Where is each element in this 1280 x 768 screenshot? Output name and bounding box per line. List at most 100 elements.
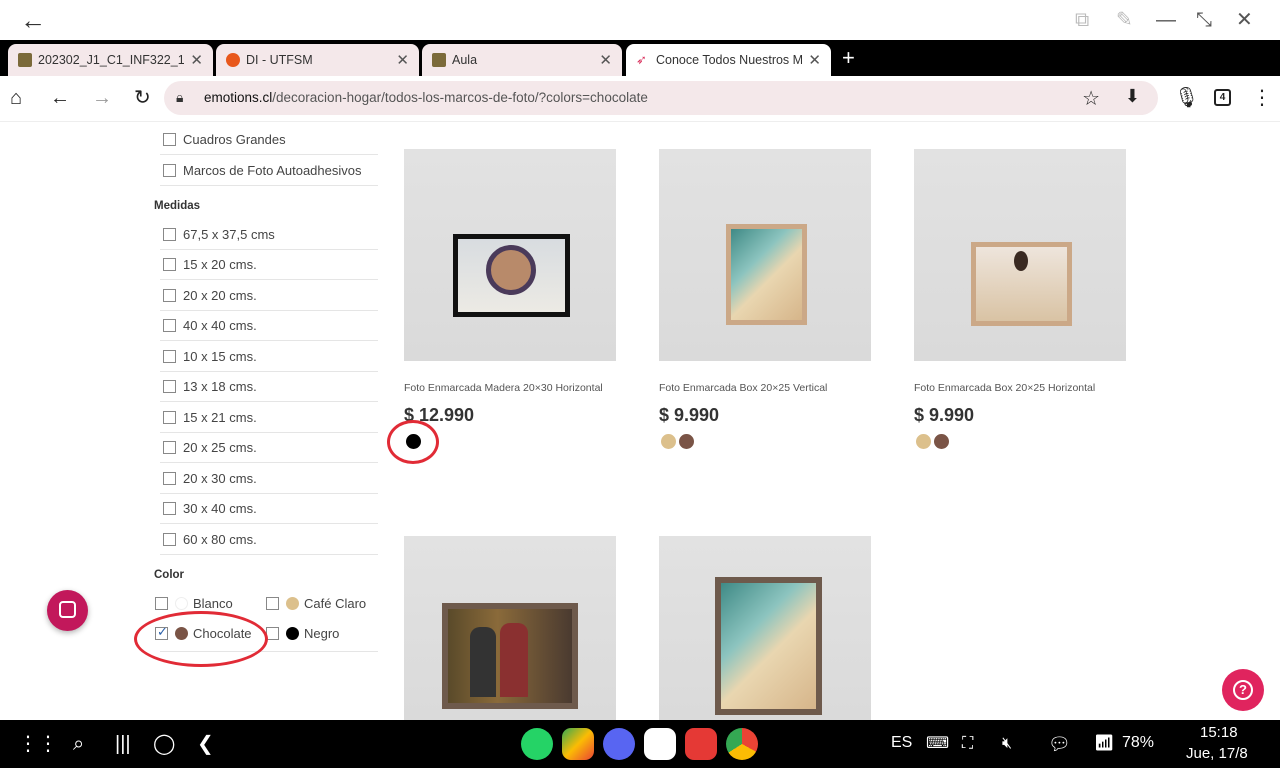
filter-label: 13 x 18 cms.	[183, 379, 257, 394]
download-icon[interactable]: ⬇	[1125, 86, 1140, 107]
size-option[interactable]: 40 x 40 cms.	[160, 311, 378, 341]
size-option[interactable]: 60 x 80 cms.	[160, 525, 378, 555]
size-option[interactable]: 13 x 18 cms.	[160, 372, 378, 402]
size-option[interactable]: 20 x 30 cms.	[160, 464, 378, 494]
color-option-cafe-claro[interactable]: Café Claro	[266, 593, 376, 615]
filter-checkbox[interactable]	[163, 258, 176, 271]
notification-icon[interactable]: 💬︎	[1048, 732, 1071, 756]
filter-checkbox[interactable]	[163, 319, 176, 332]
color-swatch-cafe-claro[interactable]	[661, 434, 676, 449]
restore-icon[interactable]: ⤡	[1196, 8, 1212, 32]
color-swatch-cafe-claro[interactable]	[916, 434, 931, 449]
color-swatch-chocolate[interactable]	[679, 434, 694, 449]
filter-checkbox[interactable]	[163, 133, 176, 146]
url-text[interactable]: emotions.cl/decoracion-hogar/todos-los-m…	[204, 90, 648, 105]
filter-checkbox[interactable]	[163, 411, 176, 424]
search-icon[interactable]: ⌕	[73, 732, 84, 756]
filter-checkbox[interactable]	[163, 441, 176, 454]
chocolate-frame	[715, 577, 822, 715]
mute-icon[interactable]: 🔇︎	[1002, 732, 1012, 756]
notion-icon[interactable]	[644, 728, 676, 760]
size-option[interactable]: 15 x 21 cms.	[160, 403, 378, 433]
product-image[interactable]	[659, 149, 871, 361]
tab-aula[interactable]: Aula ✕	[422, 44, 622, 76]
size-option[interactable]: 30 x 40 cms.	[160, 494, 378, 524]
tab-di-utfsm[interactable]: DI - UTFSM ✕	[216, 44, 419, 76]
recent-apps-icon[interactable]: |||	[115, 732, 131, 756]
filter-checkbox[interactable]	[163, 533, 176, 546]
size-option[interactable]: 20 x 25 cms.	[160, 433, 378, 463]
product-image[interactable]	[914, 149, 1126, 361]
tab-inf322[interactable]: 202302_J1_C1_INF322_1474 ✕	[8, 44, 213, 76]
product-name[interactable]: Foto Enmarcada Box 20×25 Vertical	[659, 382, 827, 394]
chrome-icon[interactable]	[726, 728, 758, 760]
size-option[interactable]: 67,5 x 37,5 cms	[160, 220, 378, 250]
product-image[interactable]	[659, 536, 871, 720]
filter-label: 20 x 25 cms.	[183, 440, 257, 455]
filter-checkbox[interactable]	[163, 164, 176, 177]
product-image[interactable]	[404, 149, 616, 361]
discord-icon[interactable]	[603, 728, 635, 760]
filter-checkbox[interactable]	[163, 289, 176, 302]
chat-button[interactable]	[47, 590, 88, 631]
microphone-icon[interactable]: 🎙︎	[1174, 86, 1199, 110]
forward-icon[interactable]: →	[92, 86, 112, 110]
filter-checkbox[interactable]	[163, 350, 176, 363]
help-button[interactable]: ?	[1222, 669, 1264, 711]
apps-grid-icon[interactable]: ⋮⋮	[18, 732, 58, 756]
product-name[interactable]: Foto Enmarcada Madera 20×30 Horizontal	[404, 382, 603, 394]
tab-title: 202302_J1_C1_INF322_1474	[38, 53, 185, 67]
tab-count-button[interactable]: 4	[1214, 89, 1231, 106]
reload-icon[interactable]: ↻	[134, 86, 151, 110]
back-nav-icon[interactable]: ❮	[197, 732, 214, 756]
size-option[interactable]: 15 x 20 cms.	[160, 250, 378, 280]
product-image[interactable]	[404, 536, 616, 720]
menu-kebab-icon[interactable]: ⋮	[1252, 86, 1272, 110]
product-price: $ 9.990	[914, 405, 975, 425]
bookmark-star-icon[interactable]: ☆	[1082, 86, 1100, 111]
play-store-icon[interactable]	[562, 728, 594, 760]
battery-level: 78%	[1122, 734, 1155, 751]
filter-item-autoadhesivos[interactable]: Marcos de Foto Autoadhesivos	[160, 156, 378, 186]
home-button-icon[interactable]: ◯	[153, 732, 175, 756]
color-option-negro[interactable]: Negro	[266, 623, 376, 645]
filter-checkbox[interactable]	[163, 380, 176, 393]
back-icon[interactable]: ←	[50, 86, 70, 110]
lock-icon[interactable]: 🔒︎	[176, 89, 183, 106]
color-label: Negro	[304, 626, 340, 641]
address-bar[interactable]: 🔒︎ emotions.cl/decoracion-hogar/todos-lo…	[164, 81, 1158, 115]
filter-checkbox[interactable]	[163, 228, 176, 241]
filter-label: 10 x 15 cms.	[183, 349, 257, 364]
hummingbird-favicon-icon: ➶	[636, 52, 647, 67]
product-name[interactable]: Foto Enmarcada Box 20×25 Horizontal	[914, 382, 1095, 394]
color-swatch-chocolate[interactable]	[934, 434, 949, 449]
chocolate-frame	[442, 603, 578, 709]
size-option[interactable]: 20 x 20 cms.	[160, 281, 378, 311]
new-tab-button[interactable]: +	[842, 44, 855, 72]
whatsapp-icon[interactable]	[521, 728, 553, 760]
picture-in-picture-icon[interactable]: ⧉	[1075, 8, 1089, 32]
color-checkbox[interactable]	[266, 597, 279, 610]
close-window-icon[interactable]: ✕	[1236, 8, 1253, 32]
tab-close-icon[interactable]: ✕	[808, 51, 821, 69]
filter-label: 40 x 40 cms.	[183, 318, 257, 333]
flipboard-icon[interactable]	[685, 728, 717, 760]
tab-emotions[interactable]: ➶ Conoce Todos Nuestros Marcos ✕	[626, 44, 831, 76]
keyboard-icon[interactable]: ⌨	[926, 732, 949, 756]
size-option[interactable]: 10 x 15 cms.	[160, 342, 378, 372]
tab-close-icon[interactable]: ✕	[396, 51, 409, 69]
filter-checkbox[interactable]	[163, 502, 176, 515]
color-checkbox[interactable]	[155, 597, 168, 610]
filter-checkbox[interactable]	[163, 472, 176, 485]
back-arrow-icon[interactable]: ←	[20, 6, 46, 34]
chat-icon	[59, 601, 76, 618]
box-frame-light	[971, 242, 1072, 326]
pin-icon[interactable]: ✎	[1116, 8, 1133, 32]
tab-close-icon[interactable]: ✕	[190, 51, 203, 69]
filter-item-cuadros-grandes[interactable]: Cuadros Grandes	[160, 125, 378, 155]
tab-close-icon[interactable]: ✕	[599, 51, 612, 69]
minimize-icon[interactable]: —	[1156, 8, 1176, 32]
input-language[interactable]: ES	[891, 734, 912, 752]
home-icon[interactable]: ⌂	[10, 86, 22, 110]
screenshot-icon[interactable]: ⛶	[962, 732, 973, 756]
